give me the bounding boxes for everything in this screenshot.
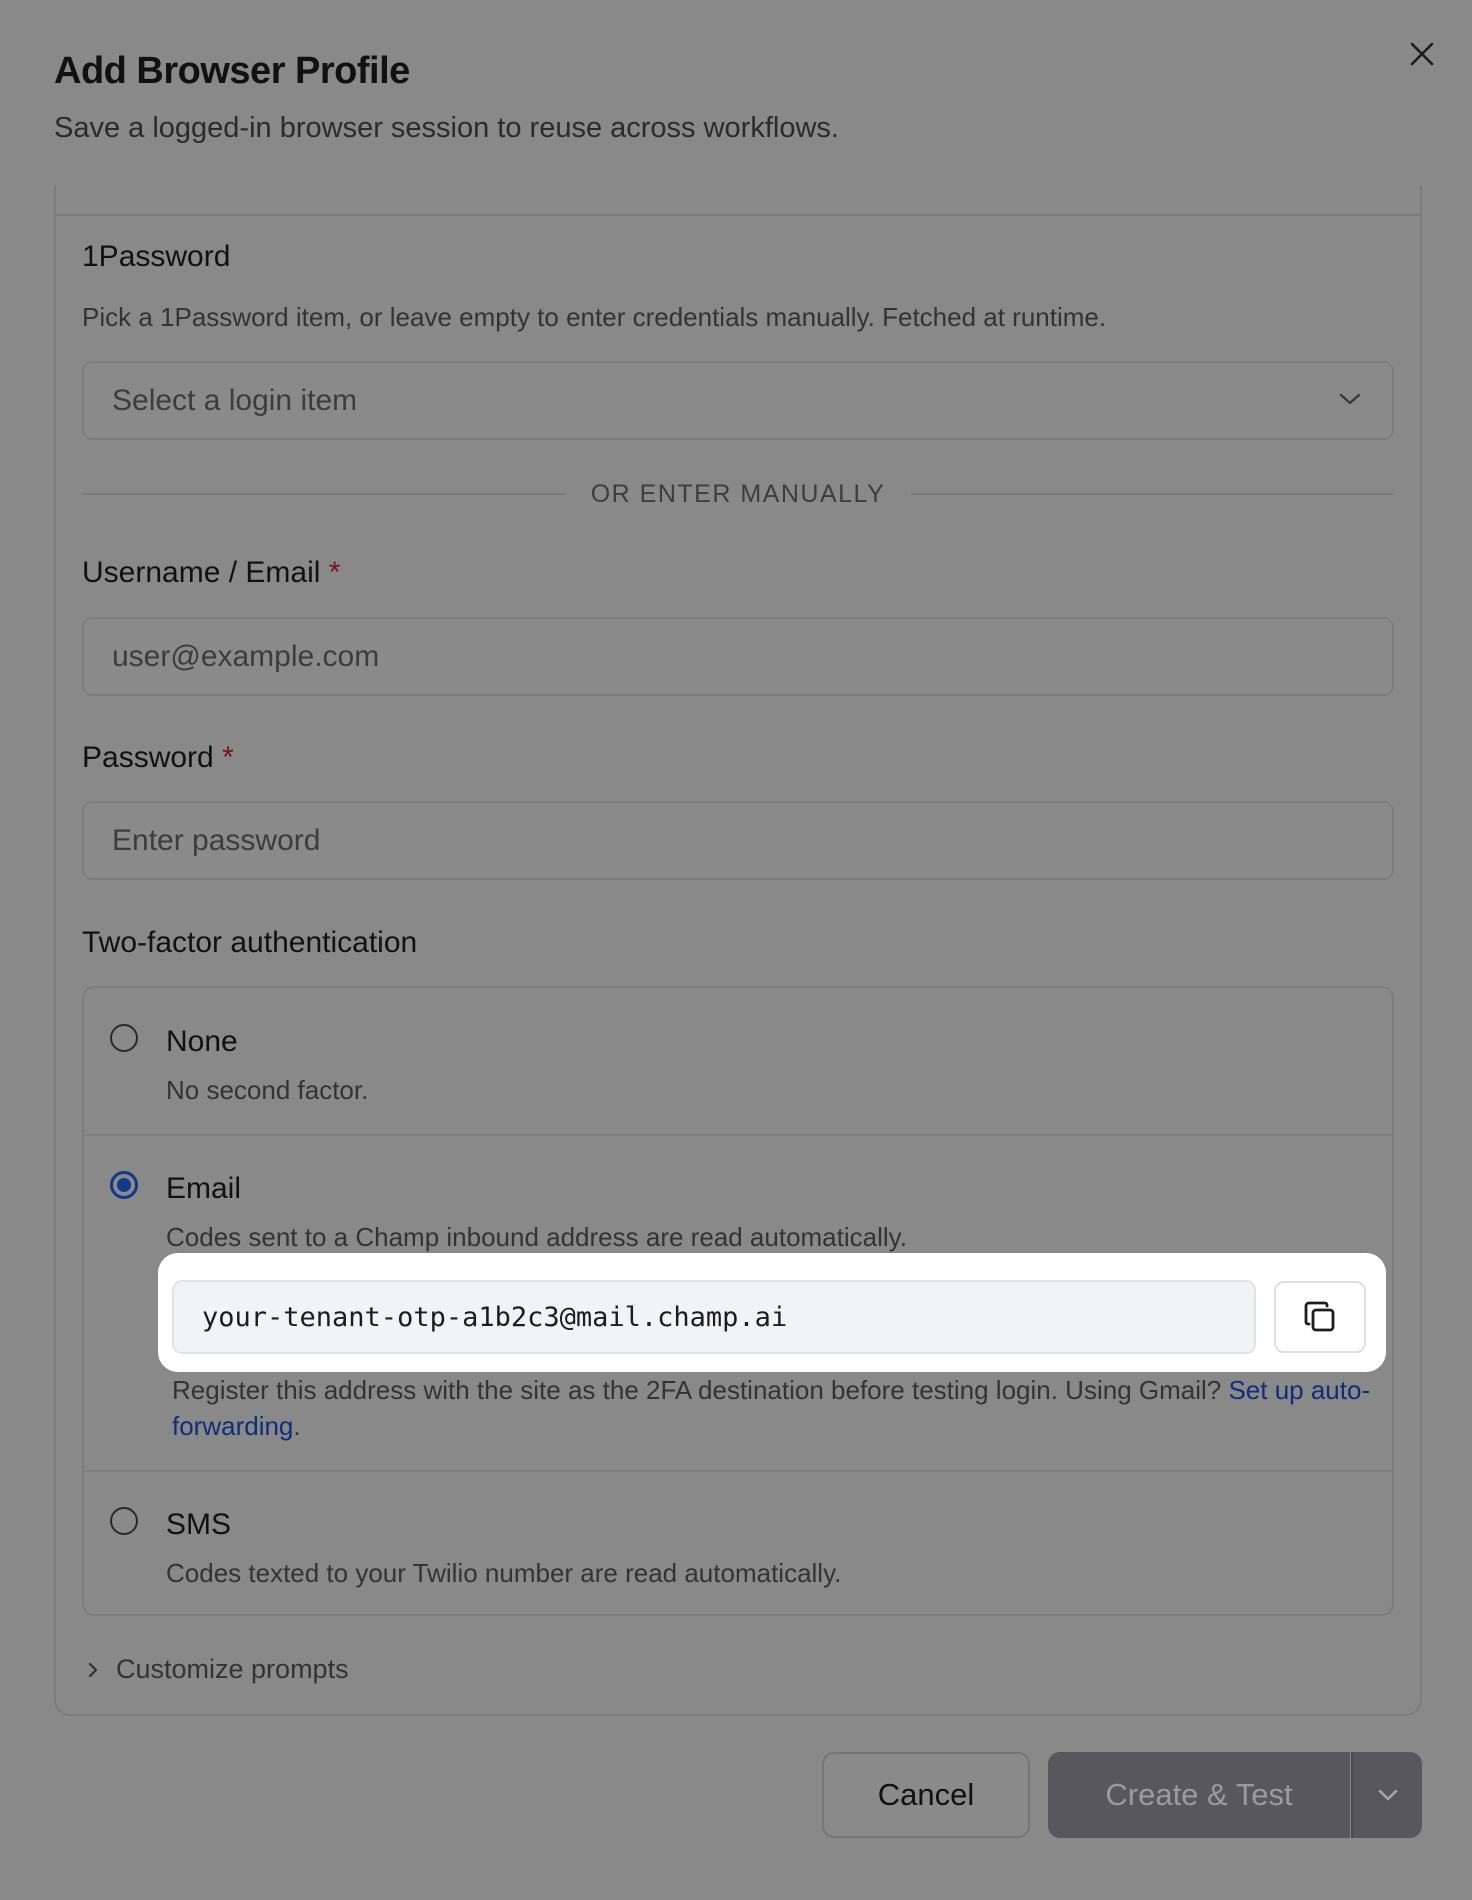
inbound-email-address-field[interactable]: your-tenant-otp-a1b2c3@mail.champ.ai (172, 1280, 1256, 1354)
option-sms-description: Codes texted to your Twilio number are r… (166, 1558, 842, 1588)
password-label: Password * (82, 741, 234, 775)
chevron-down-icon (1339, 393, 1361, 405)
cancel-button[interactable]: Cancel (822, 1752, 1030, 1838)
password-label-text: Password (82, 741, 214, 774)
help-text: Register this address with the site as t… (172, 1375, 1229, 1405)
chevron-right-icon (88, 1662, 98, 1677)
login-item-placeholder: Select a login item (112, 383, 358, 417)
close-button[interactable] (1404, 36, 1440, 72)
option-separator (84, 1470, 1392, 1472)
inbound-email-address: your-tenant-otp-a1b2c3@mail.champ.ai (202, 1301, 788, 1333)
username-placeholder: user@example.com (112, 639, 380, 673)
close-icon (1410, 42, 1434, 66)
option-none-label[interactable]: None (166, 1025, 238, 1059)
divider-line-right (911, 493, 1394, 495)
help-suffix: . (293, 1411, 301, 1441)
create-options-dropdown-button[interactable] (1351, 1752, 1422, 1838)
password-input[interactable]: Enter password (82, 801, 1394, 880)
option-email-description: Codes sent to a Champ inbound address ar… (166, 1222, 907, 1252)
or-divider: OR ENTER MANUALLY (82, 478, 1394, 510)
customize-prompts-label: Customize prompts (116, 1654, 349, 1684)
two-factor-title: Two-factor authentication (82, 926, 418, 959)
customize-prompts-toggle[interactable]: Customize prompts (86, 1654, 349, 1685)
add-browser-profile-dialog: Add Browser Profile Save a logged-in bro… (0, 0, 1472, 1900)
radio-none[interactable] (110, 1024, 138, 1052)
panel-divider (54, 214, 1422, 216)
required-mark: * (222, 741, 234, 774)
option-email-label[interactable]: Email (166, 1172, 241, 1206)
username-label-text: Username / Email (82, 556, 321, 589)
username-label: Username / Email * (82, 556, 340, 590)
chevron-down-icon (1378, 1789, 1397, 1801)
username-input[interactable]: user@example.com (82, 617, 1394, 696)
option-none-description: No second factor. (166, 1075, 369, 1105)
or-divider-text: OR ENTER MANUALLY (590, 479, 886, 508)
onepassword-description: Pick a 1Password item, or leave empty to… (82, 302, 1107, 332)
radio-email[interactable] (110, 1171, 138, 1199)
copy-icon (1304, 1301, 1335, 1332)
login-item-select[interactable]: Select a login item (82, 361, 1394, 440)
divider-line-left (82, 493, 565, 495)
password-placeholder: Enter password (112, 823, 321, 857)
email-help-text: Register this address with the site as t… (172, 1372, 1372, 1444)
option-separator (84, 1134, 1392, 1136)
copy-address-button[interactable] (1274, 1281, 1366, 1353)
onepassword-title: 1Password (82, 240, 231, 273)
create-and-test-button[interactable]: Create & Test (1048, 1752, 1350, 1838)
required-mark: * (328, 556, 341, 589)
radio-sms[interactable] (110, 1507, 138, 1535)
option-sms-label[interactable]: SMS (166, 1508, 231, 1542)
dialog-subtitle: Save a logged-in browser session to reus… (54, 112, 839, 144)
dialog-title: Add Browser Profile (54, 50, 410, 92)
